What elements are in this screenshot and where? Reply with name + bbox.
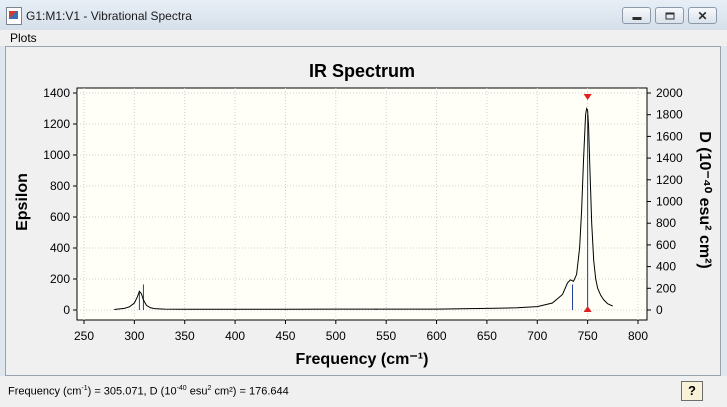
minimize-button[interactable] [622, 7, 651, 24]
plot-panel [5, 46, 721, 376]
menu-bar: Plots [0, 30, 727, 46]
restore-button[interactable] [655, 7, 684, 24]
menu-plots[interactable]: Plots [10, 31, 37, 45]
restore-icon [665, 12, 674, 19]
app-icon [6, 7, 22, 25]
help-button[interactable]: ? [681, 381, 703, 401]
close-icon: ✕ [697, 8, 708, 23]
title-bar: G1:M1:V1 - Vibrational Spectra ✕ [0, 0, 727, 30]
window-title: G1:M1:V1 - Vibrational Spectra [26, 9, 192, 23]
close-button[interactable]: ✕ [688, 7, 717, 24]
status-bar: Frequency (cm-1) = 305.071, D (10-40 esu… [0, 376, 727, 407]
status-readout: Frequency (cm-1) = 305.071, D (10-40 esu… [8, 385, 289, 398]
minimize-icon [632, 16, 641, 20]
